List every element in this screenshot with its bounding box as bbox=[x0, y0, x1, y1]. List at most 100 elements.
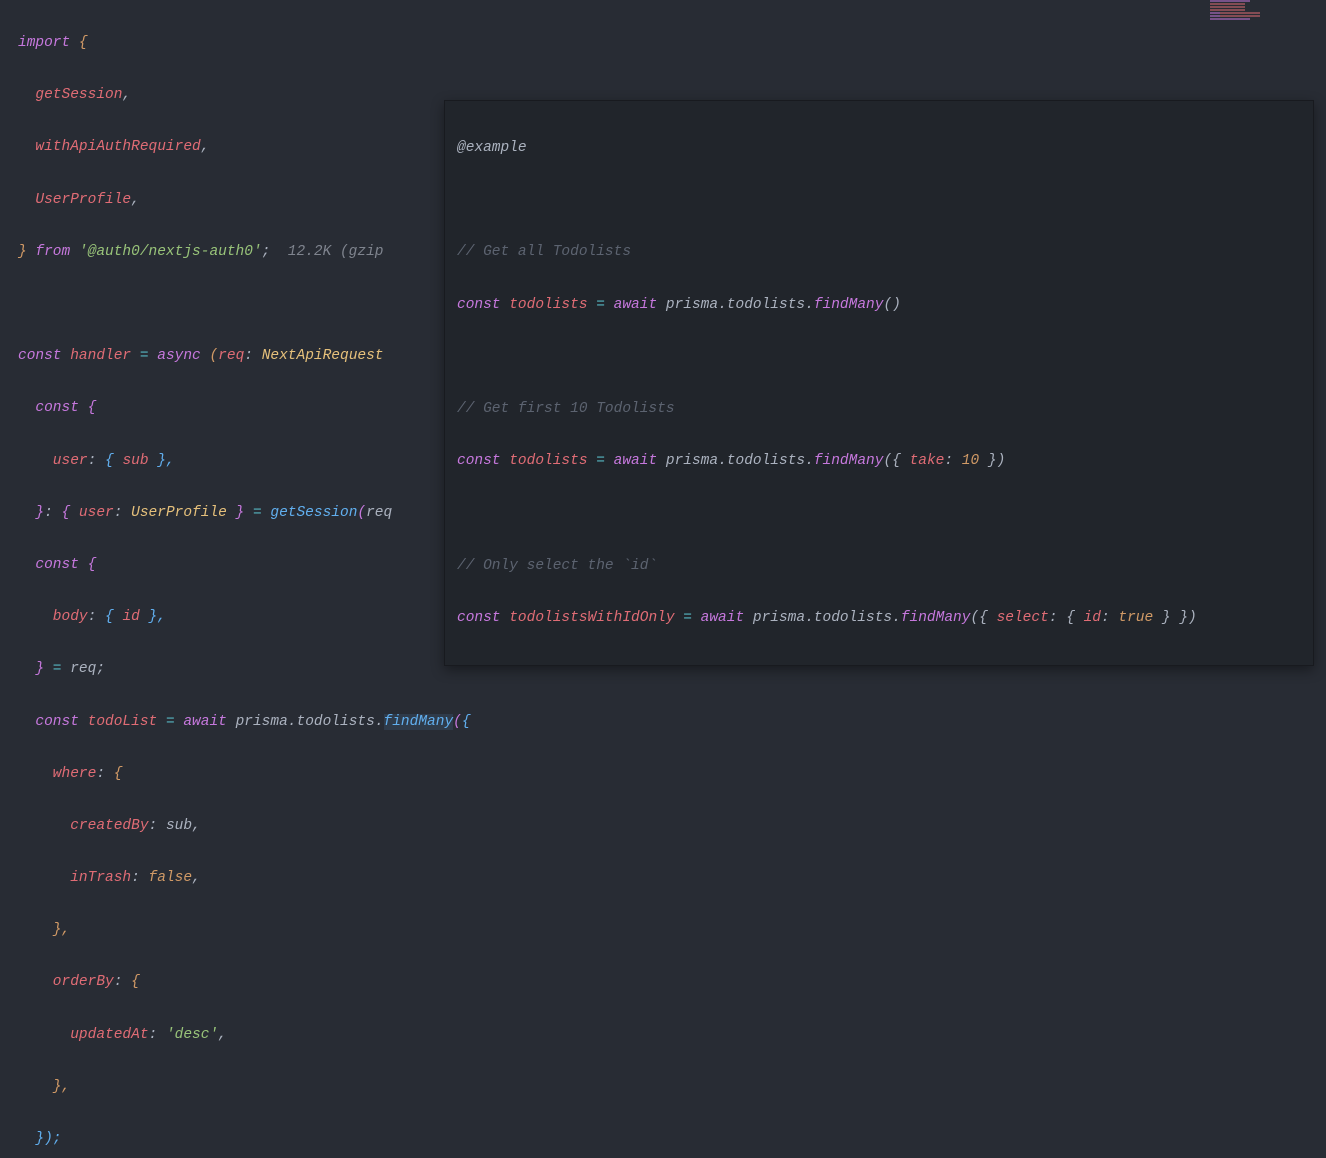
comma: , bbox=[218, 1027, 227, 1043]
keyword-const: const bbox=[457, 610, 509, 626]
comma: , bbox=[122, 87, 131, 103]
parens: () bbox=[883, 297, 900, 313]
brace: { bbox=[70, 35, 87, 51]
keyword-from: from bbox=[27, 244, 79, 260]
dot: . bbox=[718, 297, 727, 313]
property: todolists bbox=[814, 610, 892, 626]
import-item: withApiAuthRequired bbox=[18, 139, 201, 155]
keyword-async: async bbox=[157, 348, 209, 364]
minimap-line bbox=[1210, 6, 1245, 8]
method: findMany bbox=[814, 453, 884, 469]
brace-close: }, bbox=[18, 922, 70, 938]
brace: } bbox=[227, 505, 244, 521]
operator: = bbox=[588, 453, 614, 469]
property: orderBy bbox=[18, 974, 114, 990]
operator: = bbox=[157, 714, 183, 730]
comment: // Get first 10 Todolists bbox=[457, 401, 675, 417]
semi: ; bbox=[96, 661, 105, 677]
keyword-await: await bbox=[614, 453, 666, 469]
keyword-import: import bbox=[18, 35, 70, 51]
comment: // Get all Todolists bbox=[457, 244, 631, 260]
brace: } bbox=[18, 505, 44, 521]
dot: . bbox=[892, 610, 901, 626]
number: 10 bbox=[962, 453, 979, 469]
colon: : bbox=[131, 870, 148, 886]
property: todolists bbox=[727, 453, 805, 469]
brace: { bbox=[462, 714, 471, 730]
package-string: '@auth0/nextjs-auth0' bbox=[79, 244, 262, 260]
brace: { bbox=[1066, 610, 1083, 626]
property: user bbox=[18, 453, 88, 469]
colon: : bbox=[149, 818, 166, 834]
brace: { bbox=[62, 505, 79, 521]
comma: , bbox=[192, 870, 201, 886]
comma: , bbox=[131, 192, 140, 208]
property: take bbox=[910, 453, 945, 469]
brace: { bbox=[88, 557, 97, 573]
colon: : bbox=[1049, 610, 1066, 626]
property: select bbox=[997, 610, 1049, 626]
operator: = bbox=[131, 348, 157, 364]
paren-open: ({ bbox=[970, 610, 996, 626]
boolean: false bbox=[149, 870, 193, 886]
dot: . bbox=[805, 610, 814, 626]
keyword-const: const bbox=[457, 297, 509, 313]
dot: . bbox=[718, 453, 727, 469]
dot: . bbox=[288, 714, 297, 730]
colon: : bbox=[44, 505, 61, 521]
property: user bbox=[79, 505, 114, 521]
colon: : bbox=[96, 766, 113, 782]
minimap-line bbox=[1210, 12, 1260, 14]
object: prisma bbox=[753, 610, 805, 626]
keyword-await: await bbox=[701, 610, 753, 626]
type: NextApiRequest bbox=[262, 348, 384, 364]
comma: , bbox=[192, 818, 201, 834]
property: createdBy bbox=[18, 818, 149, 834]
comma: , bbox=[201, 139, 210, 155]
minimap-line bbox=[1210, 15, 1260, 17]
method-call: findMany bbox=[384, 714, 454, 730]
import-item: UserProfile bbox=[18, 192, 131, 208]
operator: = bbox=[44, 661, 70, 677]
property: todolists bbox=[727, 297, 805, 313]
minimap-line bbox=[1210, 9, 1245, 11]
object: prisma bbox=[666, 297, 718, 313]
parameter: req bbox=[218, 348, 244, 364]
variable: sub bbox=[166, 818, 192, 834]
variable: todolistsWithIdOnly bbox=[509, 610, 674, 626]
colon: : bbox=[1101, 610, 1118, 626]
property: todolists bbox=[297, 714, 375, 730]
brace: { bbox=[105, 453, 122, 469]
paren: ( bbox=[209, 348, 218, 364]
property: inTrash bbox=[18, 870, 131, 886]
brace: { bbox=[114, 766, 123, 782]
keyword-const: const bbox=[18, 400, 88, 416]
function-call: getSession bbox=[270, 505, 357, 521]
colon: : bbox=[944, 453, 961, 469]
variable: req bbox=[70, 661, 96, 677]
keyword-const: const bbox=[18, 557, 88, 573]
property: updatedAt bbox=[18, 1027, 149, 1043]
colon: : bbox=[88, 609, 105, 625]
brace: { bbox=[105, 609, 122, 625]
colon: : bbox=[88, 453, 105, 469]
keyword-const: const bbox=[457, 453, 509, 469]
property: where bbox=[18, 766, 96, 782]
paren: ( bbox=[453, 714, 462, 730]
brace: { bbox=[131, 974, 140, 990]
size-hint: 12.2K (gzip bbox=[288, 244, 384, 260]
punct: ; bbox=[262, 244, 288, 260]
paren-open: ({ bbox=[883, 453, 909, 469]
brace-close: } bbox=[1153, 610, 1170, 626]
minimap-line bbox=[1210, 0, 1250, 2]
boolean: true bbox=[1118, 610, 1153, 626]
object: prisma bbox=[666, 453, 718, 469]
paren: ( bbox=[357, 505, 366, 521]
variable: todoList bbox=[88, 714, 158, 730]
comment: // Only select the `id` bbox=[457, 558, 657, 574]
brace: } bbox=[18, 661, 44, 677]
colon: : bbox=[244, 348, 261, 364]
brace-close: }); bbox=[18, 1131, 62, 1147]
variable: handler bbox=[70, 348, 131, 364]
brace-close: }, bbox=[149, 453, 175, 469]
